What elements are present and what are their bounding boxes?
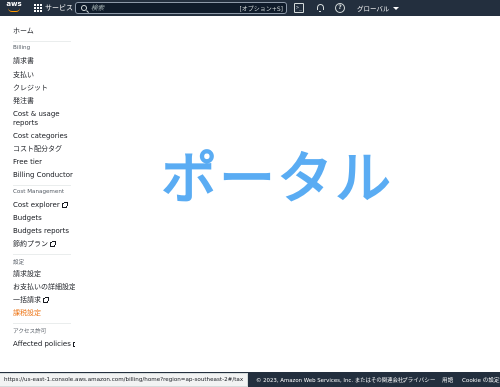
nav-budgets[interactable]: Budgets (13, 214, 42, 223)
external-link-icon (50, 241, 56, 247)
nav-savings-plans[interactable]: 節約プラン (13, 240, 56, 249)
status-bar-url: https://us-east-1.console.aws.amazon.com… (0, 373, 249, 387)
external-link-icon (43, 297, 49, 303)
nav-cost-usage-reports[interactable]: Cost & usage reports (13, 110, 75, 128)
region-label: グローバル (357, 5, 390, 13)
nav-payments[interactable]: 支払い (13, 71, 34, 80)
nav-invoices[interactable]: 請求書 (13, 57, 34, 66)
external-link-icon (61, 202, 68, 208)
section-header-billing: Billing (13, 45, 31, 51)
nav-divider (13, 254, 71, 255)
nav-home[interactable]: ホーム (13, 27, 34, 36)
search-bar[interactable]: [オプション+S] (75, 2, 287, 14)
nav-consolidated-billing[interactable]: 一括請求 (13, 296, 49, 305)
services-label: サービス (45, 4, 73, 12)
nav-divider (13, 41, 71, 42)
nav-savings-plans-label: 節約プラン (13, 240, 48, 248)
nav-divider (13, 185, 71, 186)
nav-tax-settings[interactable]: 課税設定 (13, 309, 41, 318)
nav-budgets-reports[interactable]: Budgets reports (13, 227, 69, 236)
main-content: ポータル (75, 16, 500, 372)
nav-cost-explorer-label: Cost explorer (13, 201, 60, 209)
section-header-permissions: アクセス許可 (13, 329, 47, 335)
nav-billing-preferences[interactable]: 請求設定 (13, 270, 41, 279)
cloudshell-icon[interactable]: >_ (294, 3, 304, 13)
help-icon[interactable]: ? (335, 3, 345, 13)
grid-icon (34, 4, 42, 12)
nav-billing-conductor-label: Billing Conductor (13, 171, 73, 179)
bell-icon[interactable] (315, 3, 325, 13)
nav-divider (13, 323, 71, 324)
aws-logo[interactable]: aws (6, 1, 22, 14)
nav-payment-preferences[interactable]: お支払いの詳細設定 (13, 283, 76, 292)
footer-privacy-link[interactable]: プライバシー (402, 376, 435, 384)
aws-logo-text: aws (6, 0, 22, 8)
portal-overlay-text: ポータル (161, 147, 393, 212)
search-shortcut-hint: [オプション+S] (239, 6, 283, 13)
side-navigation: ホーム Billing 請求書 支払い クレジット 発注書 Cost & usa… (0, 16, 81, 372)
nav-cost-allocation-tags[interactable]: コスト配分タグ (13, 145, 62, 154)
search-icon (81, 5, 87, 11)
search-input[interactable] (91, 3, 241, 13)
region-selector[interactable]: グローバル (357, 2, 400, 14)
section-header-settings: 設定 (13, 260, 25, 266)
nav-cost-explorer[interactable]: Cost explorer (13, 201, 68, 210)
nav-affected-policies[interactable]: Affected policies (13, 340, 79, 349)
caret-down-icon (393, 6, 400, 10)
footer-cookie-link[interactable]: Cookie の設定 (462, 376, 500, 384)
nav-billing-conductor[interactable]: Billing Conductor (13, 171, 81, 180)
top-navigation-bar: aws サービス [オプション+S] >_ ? グローバル (0, 0, 500, 16)
footer-copyright: © 2023, Amazon Web Services, Inc. またはその関… (256, 378, 409, 384)
footer-terms-link[interactable]: 用語 (442, 376, 453, 384)
nav-credits[interactable]: クレジット (13, 84, 48, 93)
nav-affected-policies-label: Affected policies (13, 340, 71, 348)
nav-consolidated-billing-label: 一括請求 (13, 296, 41, 304)
nav-free-tier[interactable]: Free tier (13, 158, 42, 167)
aws-smile-icon (8, 8, 20, 12)
services-menu-button[interactable]: サービス (34, 2, 73, 14)
section-header-cost-management: Cost Management (13, 189, 65, 195)
nav-purchase-orders[interactable]: 発注書 (13, 97, 34, 106)
nav-cost-categories[interactable]: Cost categories (13, 132, 67, 141)
